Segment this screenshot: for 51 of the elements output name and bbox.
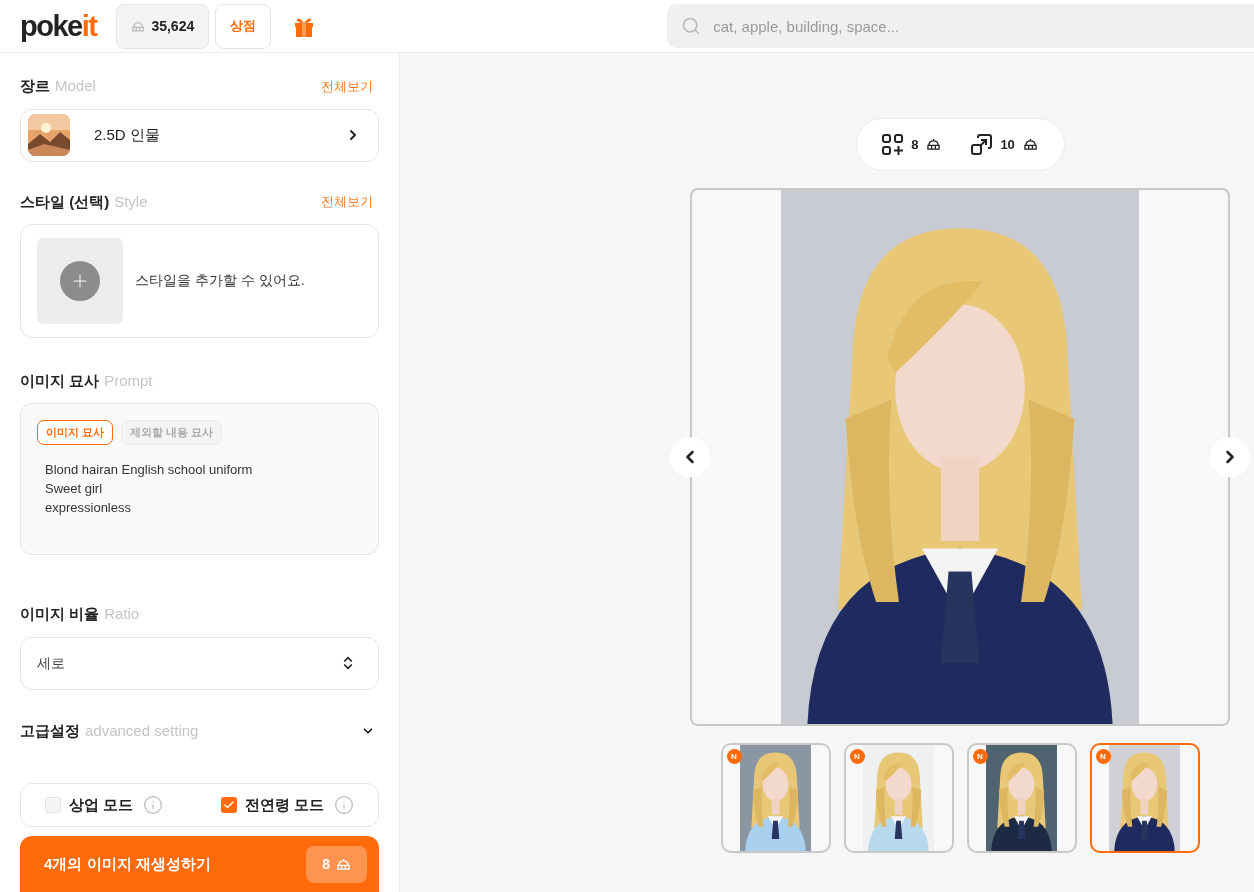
upscale-icon[interactable]	[971, 134, 993, 155]
checkbox[interactable]	[220, 797, 237, 814]
model-selector[interactable]: 2.5D 인물	[20, 108, 379, 162]
new-badge: N	[972, 749, 988, 764]
cake-icon	[131, 19, 146, 33]
info-icon[interactable]	[143, 795, 164, 816]
cost-amount: 8	[911, 135, 919, 154]
logo[interactable]: pokeit	[20, 11, 97, 41]
search-icon	[681, 16, 702, 36]
advanced-toggle[interactable]: 고급설정 advanced setting	[20, 719, 379, 743]
section-title: 이미지 비율	[20, 604, 100, 625]
prompt-text[interactable]: Blond hairan English school uniform Sweet girl expressionless	[45, 460, 362, 518]
cost-badge: 8	[306, 845, 367, 883]
thumbnail[interactable]: N	[1089, 743, 1200, 853]
section-subtitle: Style	[114, 191, 148, 212]
cost-amount: 10	[1000, 135, 1015, 154]
view-all-link[interactable]: 전체보기	[321, 76, 373, 96]
shop-button[interactable]: 상점	[215, 3, 272, 49]
view-all-link[interactable]: 전체보기	[321, 192, 373, 212]
thumbnail[interactable]: N	[720, 743, 831, 853]
search-field[interactable]: cat, apple, building, space...	[667, 4, 1254, 48]
section-title: 장르	[20, 76, 50, 96]
section-subtitle: Prompt	[104, 370, 153, 391]
next-button[interactable]	[1210, 437, 1250, 477]
prompt-tab[interactable]: 이미지 묘사	[37, 420, 114, 446]
style-hint: 스타일을 추가할 수 있어요.	[135, 271, 305, 291]
model-name: 2.5D 인물	[94, 124, 161, 145]
generate-button[interactable]: 4개의 이미지 재생성하기 8	[20, 836, 379, 892]
ratio-select[interactable]: 세로	[20, 636, 379, 690]
credits-badge[interactable]: 35,624	[116, 3, 210, 49]
section-title: 이미지 묘사	[20, 370, 100, 391]
add-grid-icon[interactable]	[882, 134, 904, 155]
new-badge: N	[726, 749, 742, 764]
plus-icon	[60, 260, 100, 301]
mode-label: 상업 모드	[69, 794, 134, 815]
cake-icon	[1022, 138, 1038, 151]
cake-icon	[926, 138, 942, 151]
checkbox[interactable]	[45, 797, 61, 814]
new-badge: N	[1095, 749, 1111, 764]
prompt-tab[interactable]: 제외할 내용 묘사	[121, 420, 223, 446]
thumbnail[interactable]: N	[966, 743, 1077, 853]
section-subtitle: Ratio	[104, 604, 140, 625]
mode-label: 전연령 모드	[244, 794, 324, 815]
add-style-button[interactable]	[37, 237, 123, 324]
thumbnail[interactable]: N	[843, 743, 954, 853]
cake-icon	[336, 857, 351, 871]
new-badge: N	[849, 749, 865, 764]
section-subtitle: Model	[55, 76, 96, 96]
section-title: 스타일 (선택)	[20, 191, 110, 212]
info-icon[interactable]	[334, 795, 354, 816]
previous-button[interactable]	[670, 437, 710, 477]
